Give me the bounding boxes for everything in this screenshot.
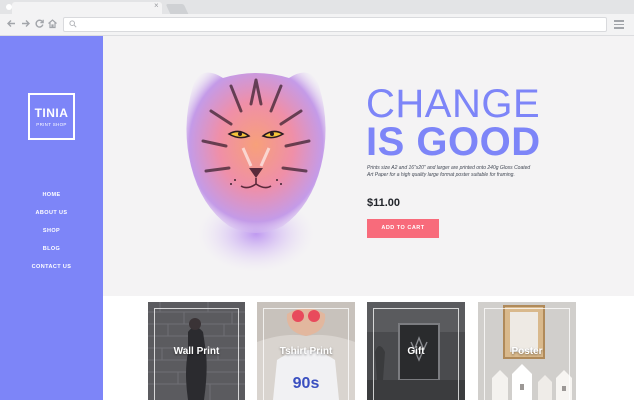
category-tile-poster[interactable]: Poster [478,302,576,400]
headline-line-2: IS GOOD [366,120,541,164]
main-nav: HOME ABOUT US SHOP BLOG CONTACT US [0,186,103,276]
home-icon[interactable] [46,18,58,31]
nav-item-home[interactable]: HOME [0,186,103,204]
tiger-artwork [186,72,326,272]
product-description: Prints size A2 and 16"x20" and larger ar… [367,165,531,178]
category-tile-tshirt-print[interactable]: 90s Tshirt Print [257,302,355,400]
hero-section: CHANGE IS GOOD Prints size A2 and 16"x20… [103,36,634,296]
tile-label: Gift [407,346,425,357]
product-price: $11.00 [367,197,401,209]
nav-item-blog[interactable]: BLOG [0,240,103,258]
nav-item-contact-us[interactable]: CONTACT US [0,258,103,276]
sidebar: TINIA PRINT SHOP HOME ABOUT US SHOP BLOG… [0,36,103,400]
headline-line-1: CHANGE [366,82,541,126]
reload-icon[interactable] [33,18,45,31]
category-tile-wall-print[interactable]: Wall Print [148,302,245,400]
forward-arrow-icon[interactable] [19,18,31,31]
tile-label: Tshirt Print [279,346,333,357]
tile-label: Wall Print [173,346,220,357]
address-bar[interactable] [63,17,607,32]
nav-item-about-us[interactable]: ABOUT US [0,204,103,222]
category-tile-gift[interactable]: Gift [367,302,465,400]
back-arrow-icon[interactable] [5,18,17,31]
menu-icon[interactable] [614,20,624,29]
browser-tab[interactable] [12,2,162,14]
add-to-cart-button[interactable]: ADD TO CART [367,219,439,238]
category-tiles: Wall Print 90s Tshirt Print Gift Poster [103,296,634,400]
browser-toolbar [0,14,634,36]
new-tab-button[interactable] [165,4,189,14]
tile-label: Poster [511,346,543,357]
logo[interactable]: TINIA PRINT SHOP [28,93,75,140]
tab-close-icon[interactable]: × [154,1,159,11]
search-icon [69,20,77,28]
logo-subtitle: PRINT SHOP [36,122,67,127]
nav-item-shop[interactable]: SHOP [0,222,103,240]
logo-title: TINIA [34,106,69,120]
browser-tab-strip: × [0,0,634,14]
